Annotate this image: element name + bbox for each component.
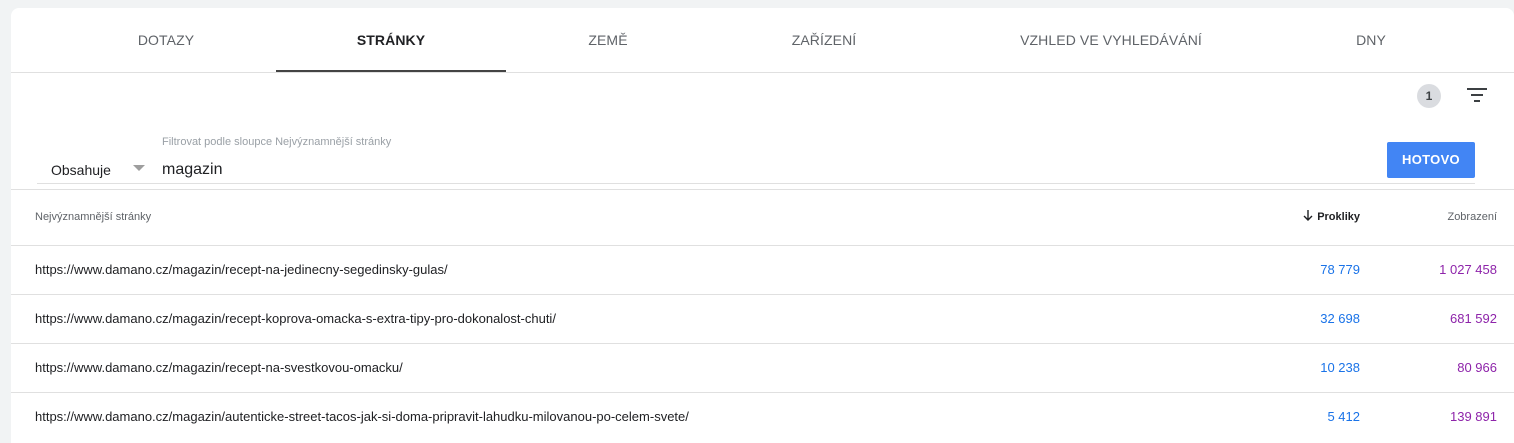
impressions-cell: 681 592 [1450,311,1497,326]
arrow-down-icon [1303,210,1313,221]
table-row[interactable]: https://www.damano.cz/magazin/recept-kop… [11,294,1514,343]
active-tab-indicator [276,70,506,72]
filter-input-underline [37,183,1475,184]
clicks-cell: 10 238 [1320,360,1360,375]
filter-value-input[interactable]: magazin [162,158,1362,182]
page-url-cell: https://www.damano.cz/magazin/recept-kop… [35,311,556,326]
tab-days[interactable]: DNY [1271,8,1471,72]
tab-search-appearance[interactable]: VZHLED VE VYHLEDÁVÁNÍ [971,8,1251,72]
clicks-cell: 5 412 [1327,409,1360,424]
impressions-cell: 139 891 [1450,409,1497,424]
page-url-cell: https://www.damano.cz/magazin/recept-na-… [35,360,403,375]
table-row[interactable]: https://www.damano.cz/magazin/recept-na-… [11,245,1514,294]
page-url-cell: https://www.damano.cz/magazin/autenticke… [35,409,689,424]
clicks-cell: 78 779 [1320,262,1360,277]
impressions-cell: 1 027 458 [1439,262,1497,277]
column-header-impressions[interactable]: Zobrazení [1447,210,1497,224]
filter-list-icon[interactable] [1466,86,1488,104]
tab-queries[interactable]: DOTAZY [66,8,266,72]
column-header-clicks-label: Prokliky [1317,211,1360,223]
table-row[interactable]: https://www.damano.cz/magazin/recept-na-… [11,343,1514,392]
column-header-clicks[interactable]: Prokliky [1303,210,1360,224]
column-header-pages[interactable]: Nejvýznamnější stránky [35,210,151,224]
clicks-cell: 32 698 [1320,311,1360,326]
tab-countries[interactable]: ZEMĚ [508,8,708,72]
dropdown-caret-icon [133,165,145,171]
performance-card: DOTAZY STRÁNKY ZEMĚ ZAŘÍZENÍ VZHLED VE V… [11,8,1514,443]
impressions-cell: 80 966 [1457,360,1497,375]
tab-devices[interactable]: ZAŘÍZENÍ [724,8,924,72]
filter-field-label: Filtrovat podle sloupce Nejvýznamnější s… [162,136,392,148]
done-button[interactable]: HOTOVO [1387,142,1475,178]
table-row[interactable]: https://www.damano.cz/magazin/autenticke… [11,392,1514,441]
page-url-cell: https://www.damano.cz/magazin/recept-na-… [35,262,448,277]
tab-bar: DOTAZY STRÁNKY ZEMĚ ZAŘÍZENÍ VZHLED VE V… [11,8,1514,73]
active-filter-count-badge: 1 [1417,84,1441,108]
tab-pages[interactable]: STRÁNKY [276,8,506,72]
divider [11,189,1514,190]
